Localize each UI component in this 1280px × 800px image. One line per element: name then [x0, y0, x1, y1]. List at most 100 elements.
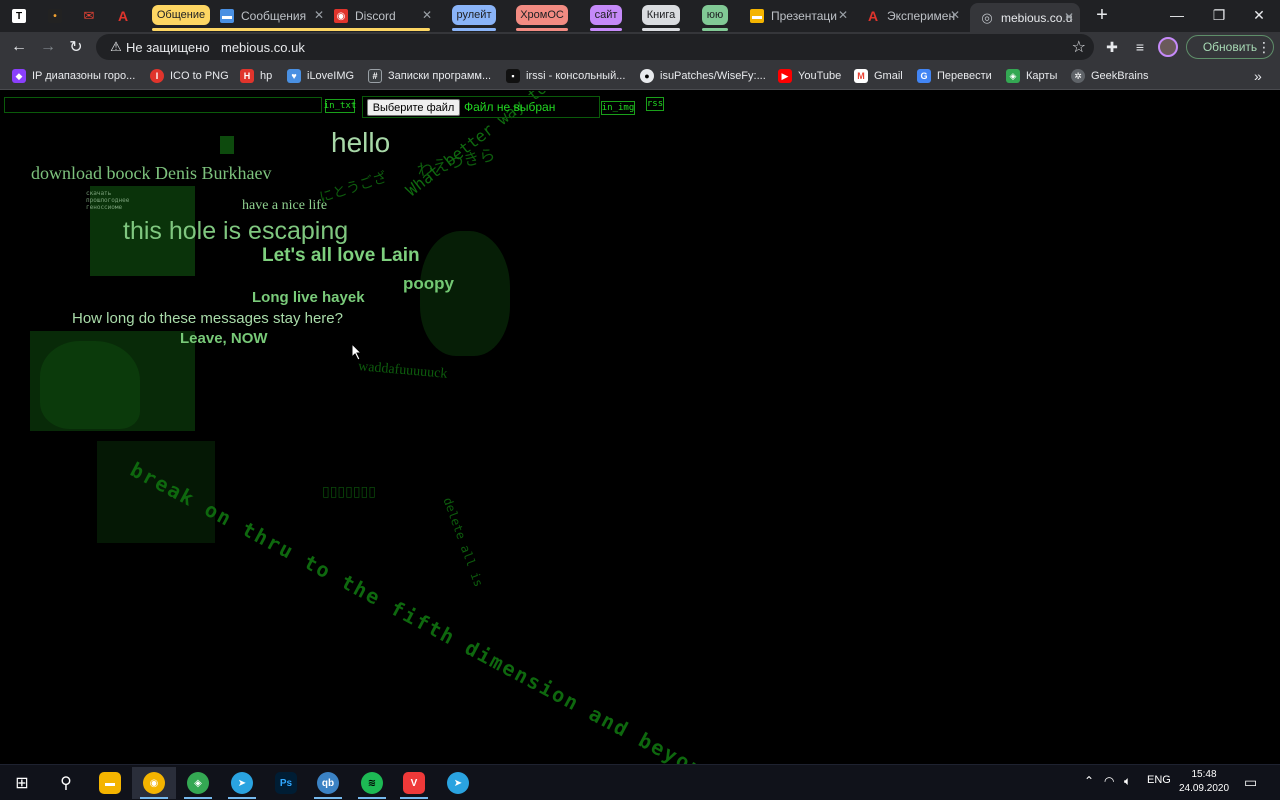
bookmark-label: isuPatches/WiseFy:...	[660, 70, 766, 82]
bookmark-item[interactable]: ✲ GeekBrains	[1071, 67, 1148, 85]
message-hello: hello	[331, 127, 391, 158]
bookmark-label: Записки программ...	[388, 70, 492, 82]
tab-messages[interactable]: ▬ Сообщения ✕	[220, 4, 330, 28]
tab-title: Discord	[355, 9, 396, 23]
warning-icon[interactable]: ⚠	[108, 39, 124, 55]
language-indicator[interactable]: ENG	[1147, 774, 1171, 786]
choose-file-button[interactable]: Выберите файл	[367, 99, 460, 116]
search-button[interactable]: ⚲	[44, 767, 88, 799]
url-text[interactable]: mebious.co.uk	[221, 40, 305, 55]
tab-group-sait[interactable]: сайт	[590, 5, 622, 25]
bookmark-icon: H	[240, 69, 254, 83]
close-icon[interactable]: ✕	[422, 8, 432, 22]
message-nice-life: have a nice life	[242, 198, 328, 213]
forward-button[interactable]: →	[36, 35, 60, 59]
close-icon[interactable]: ✕	[838, 8, 848, 22]
tab-mebious-active[interactable]: ◎ mebious.co.u ✕	[970, 3, 1080, 32]
taskbar-qbittorrent[interactable]: qb	[306, 767, 350, 799]
bookmark-item[interactable]: M Gmail	[854, 67, 903, 85]
bookmark-label: Карты	[1026, 70, 1058, 82]
close-window-button[interactable]: ✕	[1236, 0, 1280, 30]
system-clock[interactable]: 15:48 24.09.2020	[1178, 768, 1230, 796]
bg-delete-text: delete all is	[440, 495, 486, 589]
message-download-book: download boock Denis Burkhaev	[31, 163, 272, 183]
address-bar[interactable]: ⚠ Не защищено mebious.co.uk ☆	[96, 34, 1094, 60]
taskbar-maps[interactable]: ◈	[176, 767, 220, 799]
rss-button[interactable]: rss	[646, 97, 664, 111]
tab-group-chromeos[interactable]: ХромОС	[516, 5, 568, 25]
tab-presentation[interactable]: ▬ Презентаци ✕	[750, 4, 854, 28]
close-icon[interactable]: ✕	[1064, 10, 1074, 24]
volume-icon[interactable]: 🔈︎	[1124, 774, 1131, 789]
acrobat-icon: A	[117, 8, 129, 24]
chrome-icon: ◉	[143, 772, 165, 794]
tab-group-yuyu[interactable]: юю	[702, 5, 728, 25]
new-tab-button[interactable]: +	[1090, 3, 1114, 27]
tab-pinned-2[interactable]: •	[48, 4, 70, 28]
in-txt-button[interactable]: in_txt	[324, 99, 356, 113]
bookmark-item[interactable]: ● isuPatches/WiseFy:...	[640, 67, 766, 85]
in-img-button[interactable]: in_img	[601, 101, 635, 115]
taskbar-explorer[interactable]: ▬	[88, 767, 132, 799]
bookmark-item[interactable]: Hhp	[240, 67, 272, 85]
bookmark-item[interactable]: ▶ YouTube	[778, 67, 841, 85]
tab-pinned-1[interactable]: T	[12, 4, 34, 28]
bookmark-item[interactable]: I ICO to PNG	[150, 67, 229, 85]
tab-strip: T • ✉ A Общение ▬ Сообщения ✕ ◉ Discord …	[0, 0, 1280, 32]
notifications-icon[interactable]: ▭	[1244, 774, 1257, 791]
tab-discord[interactable]: ◉ Discord ✕	[334, 4, 438, 28]
start-button[interactable]: ⊞	[0, 767, 44, 799]
taskbar-telegram-2[interactable]: ➤	[436, 767, 480, 799]
taskbar-photoshop[interactable]: Ps	[264, 767, 308, 799]
close-icon[interactable]: ✕	[314, 8, 324, 22]
map-pin-icon: ◈	[187, 772, 209, 794]
bg-anime-face-detail	[40, 341, 140, 429]
menu-dots-icon[interactable]: ⋮	[1252, 35, 1276, 59]
tab-group-ruleit[interactable]: рулейт	[452, 5, 496, 25]
vivaldi-icon: V	[403, 772, 425, 794]
taskbar-chrome[interactable]: ◉	[132, 767, 176, 799]
bookmark-item[interactable]: ▪ irssi - консольный...	[506, 67, 625, 85]
wifi-icon[interactable]: ◠	[1104, 774, 1114, 788]
tab-gmail[interactable]: ✉	[82, 4, 104, 28]
tab-group-obshchenie[interactable]: Общение	[152, 5, 210, 25]
tab-group-underline	[152, 28, 430, 31]
taskbar-spotify[interactable]: ≋	[350, 767, 394, 799]
windows-taskbar: ⊞ ⚲ ▬ ◉ ◈ ➤ Ps qb ≋ V ➤ ⌃ ◠ 🔈︎ ENG 15:48…	[0, 764, 1280, 800]
tray-expand-icon[interactable]: ⌃	[1084, 774, 1094, 788]
back-button[interactable]: ←	[7, 35, 31, 59]
tab-acrobat[interactable]: A	[116, 4, 138, 28]
tab-experiment[interactable]: A Эксперимен ✕	[866, 4, 966, 28]
taskbar-vivaldi[interactable]: V	[392, 767, 436, 799]
taskbar-telegram-1[interactable]: ➤	[220, 767, 264, 799]
text-message-input[interactable]	[4, 97, 322, 113]
reload-button[interactable]: ↻	[64, 35, 88, 59]
security-label[interactable]: Не защищено	[126, 40, 210, 55]
clock-date: 24.09.2020	[1178, 783, 1230, 794]
tab-title: Сообщения	[241, 9, 307, 23]
bookmark-item[interactable]: ◈ Карты	[1006, 67, 1057, 85]
bg-break-on-thru-text: break on thru to the fifth dimension and…	[126, 457, 721, 764]
media-control-icon[interactable]: ≡	[1128, 35, 1152, 59]
bookmark-item[interactable]: ◆ IP диапазоны горо...	[12, 67, 135, 85]
bookmark-item[interactable]: ♥ iLoveIMG	[287, 67, 354, 85]
tab-group-underline	[452, 28, 496, 31]
close-icon[interactable]: ✕	[950, 8, 960, 22]
minimize-button[interactable]: —	[1154, 0, 1200, 30]
bookmark-label: irssi - консольный...	[526, 70, 626, 82]
bookmark-label: iLoveIMG	[307, 70, 355, 82]
geekbrains-icon: ✲	[1071, 69, 1085, 83]
bookmark-star-icon[interactable]: ☆	[1072, 37, 1086, 57]
slides-icon: ▬	[750, 9, 764, 23]
profile-avatar[interactable]	[1156, 35, 1180, 59]
tab-icon: •	[48, 9, 62, 23]
clock-time: 15:48	[1191, 769, 1217, 780]
bookmarks-overflow-icon[interactable]: »	[1254, 67, 1262, 85]
bookmark-item[interactable]: G Перевести	[917, 67, 992, 85]
tab-group-kniga[interactable]: Книга	[642, 5, 680, 25]
bookmark-item[interactable]: # Записки программ...	[368, 67, 491, 85]
browser-toolbar: ← → ↻ ⚠ Не защищено mebious.co.uk ☆ ✚ ≡ …	[0, 32, 1280, 62]
extensions-icon[interactable]: ✚	[1100, 35, 1124, 59]
message-poopy: poopy	[403, 274, 454, 293]
tab-group-underline	[590, 28, 622, 31]
